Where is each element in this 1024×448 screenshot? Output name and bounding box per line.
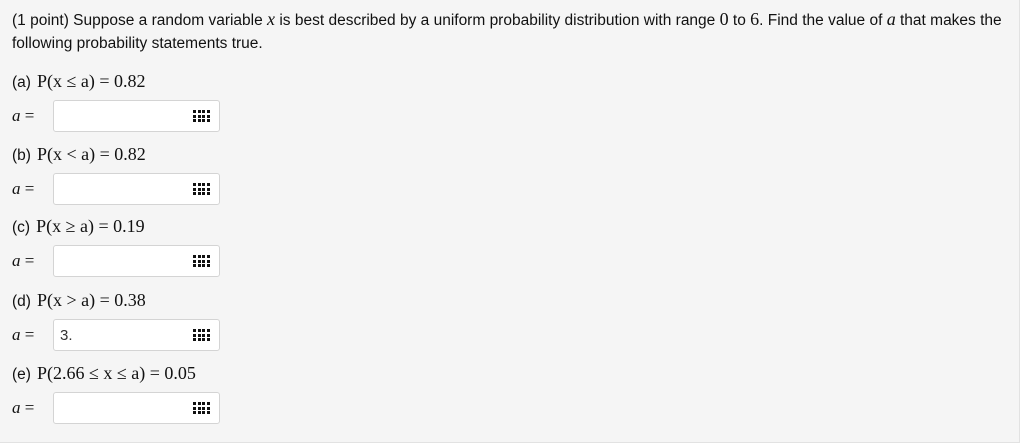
var-x: x <box>267 9 276 29</box>
part-label: (b) <box>12 147 31 164</box>
question-line: (a) P(x ≤ a) = 0.82 <box>12 69 1002 93</box>
intro-text-1: (1 point) Suppose a random variable <box>12 12 268 29</box>
palette-grid-icon[interactable] <box>193 183 210 195</box>
part-c: (c) P(x ≥ a) = 0.19 a = <box>12 214 1002 279</box>
answer-label: a = <box>12 251 35 270</box>
answer-label: a = <box>12 106 35 125</box>
palette-grid-icon[interactable] <box>193 402 210 414</box>
problem-statement: (1 point) Suppose a random variable x is… <box>12 8 1002 55</box>
question-line: (d) P(x > a) = 0.38 <box>12 288 1002 312</box>
answer-row: a = <box>12 319 1002 353</box>
intro-text-2: is best described by a uniform probabili… <box>275 12 720 29</box>
answer-input-c[interactable] <box>54 246 174 276</box>
answer-field[interactable] <box>53 245 220 277</box>
palette-grid-icon[interactable] <box>193 255 210 267</box>
part-label: (a) <box>12 74 31 91</box>
question-line: (c) P(x ≥ a) = 0.19 <box>12 214 1002 238</box>
part-e: (e) P(2.66 ≤ x ≤ a) = 0.05 a = <box>12 361 1002 426</box>
question-line: (e) P(2.66 ≤ x ≤ a) = 0.05 <box>12 361 1002 385</box>
probability-expression: P(x ≤ a) = 0.82 <box>36 71 146 91</box>
probability-expression: P(x < a) = 0.82 <box>36 144 146 164</box>
answer-input-e[interactable] <box>54 393 174 423</box>
answer-field[interactable] <box>53 100 220 132</box>
answer-row: a = <box>12 392 1002 426</box>
part-d: (d) P(x > a) = 0.38 a = <box>12 288 1002 353</box>
answer-field[interactable] <box>53 392 220 424</box>
answer-row: a = <box>12 173 1002 207</box>
range-high: 6 <box>750 9 760 29</box>
question-line: (b) P(x < a) = 0.82 <box>12 142 1002 166</box>
intro-text-4: . Find the value of <box>759 12 887 29</box>
part-label: (e) <box>12 366 31 383</box>
palette-grid-icon[interactable] <box>193 329 210 341</box>
answer-input-b[interactable] <box>54 174 174 204</box>
part-b: (b) P(x < a) = 0.82 a = <box>12 142 1002 207</box>
answer-field[interactable] <box>53 173 220 205</box>
probability-expression: P(2.66 ≤ x ≤ a) = 0.05 <box>36 363 196 383</box>
part-label: (d) <box>12 293 31 310</box>
part-label: (c) <box>12 219 31 236</box>
range-low: 0 <box>719 9 729 29</box>
probability-expression: P(x > a) = 0.38 <box>36 290 146 310</box>
answer-input-a[interactable] <box>54 101 174 131</box>
answer-row: a = <box>12 100 1002 134</box>
probability-expression: P(x ≥ a) = 0.19 <box>36 216 145 236</box>
answer-label: a = <box>12 179 35 198</box>
palette-grid-icon[interactable] <box>193 110 210 122</box>
answer-input-d[interactable] <box>54 320 174 350</box>
answer-field[interactable] <box>53 319 220 351</box>
var-a: a <box>886 9 896 29</box>
answer-label: a = <box>12 398 35 417</box>
answer-row: a = <box>12 245 1002 279</box>
problem-panel: (1 point) Suppose a random variable x is… <box>0 0 1020 443</box>
intro-text-3: to <box>728 12 751 29</box>
answer-label: a = <box>12 325 35 344</box>
part-a: (a) P(x ≤ a) = 0.82 a = <box>12 69 1002 134</box>
